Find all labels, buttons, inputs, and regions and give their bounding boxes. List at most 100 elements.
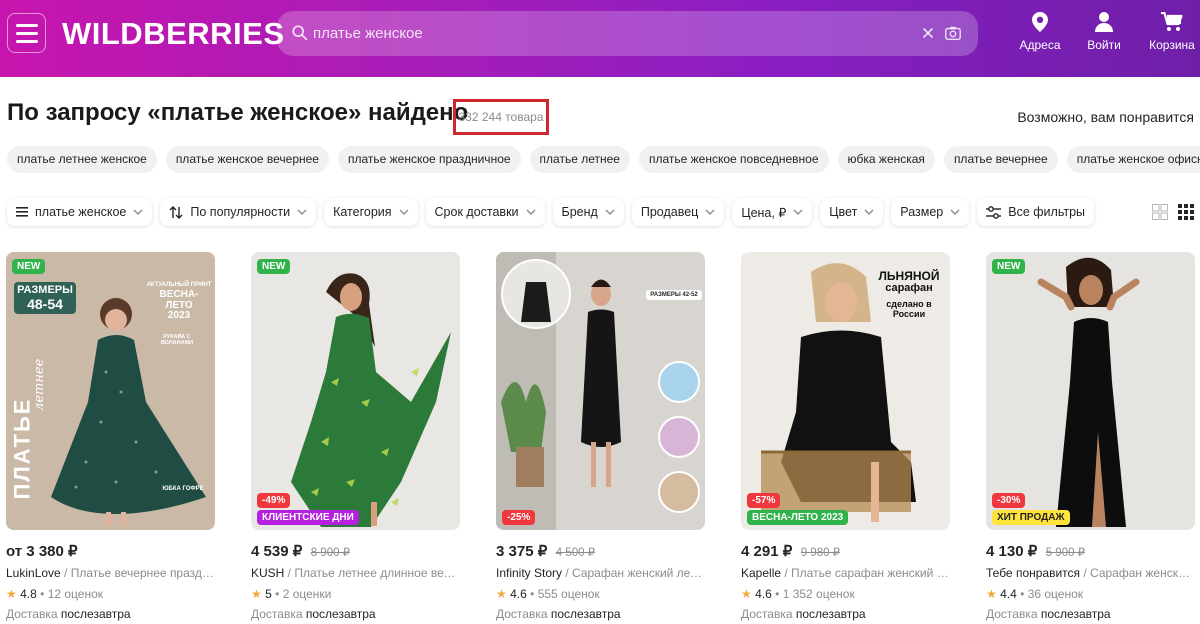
product-image[interactable]: РАЗМЕРЫ 42-52 -25% xyxy=(496,252,705,530)
product-photo xyxy=(986,252,1195,530)
brand: KUSH xyxy=(251,566,285,580)
skirt-overlay: ЮБКА ГОФРЕ xyxy=(162,486,204,492)
color-filter[interactable]: Цвет xyxy=(820,198,884,226)
search-icon xyxy=(292,25,308,41)
price: 3 375 ₽ xyxy=(496,543,548,560)
chevron-down-icon xyxy=(705,209,715,215)
seller-filter[interactable]: Продавец xyxy=(631,198,725,226)
suggestion-chip[interactable]: платье женское вечернее xyxy=(165,146,329,173)
login-label: Войти xyxy=(1087,38,1121,52)
menu-button[interactable] xyxy=(7,13,46,53)
product-image[interactable]: NEW -30% ХИТ ПРОДАЖ xyxy=(986,252,1195,530)
logo[interactable]: WILDBERRIES xyxy=(62,16,285,52)
suggestion-chip[interactable]: платье женское повседневное xyxy=(638,146,829,173)
user-icon xyxy=(1095,12,1113,32)
delivery: послезавтра xyxy=(60,607,131,621)
suggestion-chip[interactable]: платье женское праздничное xyxy=(337,146,521,173)
camera-icon[interactable] xyxy=(944,24,962,42)
maybe-like-link[interactable]: Возможно, вам понравится xyxy=(1017,109,1194,125)
delivery-filter[interactable]: Срок доставки xyxy=(425,198,545,226)
delivery-row: Доставка послезавтра xyxy=(496,607,621,621)
suggestion-chip[interactable]: платье летнее xyxy=(529,146,630,173)
location-pin-icon xyxy=(1032,12,1048,32)
suggestion-chip[interactable]: платье вечернее xyxy=(943,146,1058,173)
brand: LukinLove xyxy=(6,566,61,580)
category-filter[interactable]: Категория xyxy=(324,198,418,226)
addresses-label: Адреса xyxy=(1019,38,1061,52)
sizes-overlay-label: РАЗМЕРЫ xyxy=(17,284,73,296)
discount-badge: -25% xyxy=(502,510,536,525)
reviews: 555 оценок xyxy=(537,587,600,601)
delivery-row: Доставка послезавтра xyxy=(986,607,1111,621)
star-icon: ★ xyxy=(251,587,262,601)
query-filter-label: платье женское xyxy=(35,205,127,219)
rating-row: ★ 4.4 • 36 оценок xyxy=(986,587,1084,601)
product-image[interactable]: ЛЬНЯНОЙ сарафан сделано в России -57% ВЕ… xyxy=(741,252,950,530)
product-image[interactable]: NEW -49% КЛИЕНТСКИЕ ДНИ xyxy=(251,252,460,530)
rating: 4.6 xyxy=(510,587,527,601)
promo-badge: ВЕСНА-ЛЕТО 2023 xyxy=(747,510,849,525)
all-filters-label: Все фильтры xyxy=(1008,205,1086,219)
product-card[interactable]: NEW -49% КЛИЕНТСКИЕ ДНИ 4 539 ₽ 8 900 ₽ … xyxy=(251,252,460,624)
size-filter-label: Размер xyxy=(900,205,944,219)
product-name: Infinity Story / Сарафан женский летн... xyxy=(496,566,705,580)
price-row: 4 130 ₽ 5 900 ₽ xyxy=(986,542,1085,561)
delivery: послезавтра xyxy=(1040,607,1111,621)
brand-filter[interactable]: Бренд xyxy=(552,198,624,226)
price: 4 539 ₽ xyxy=(251,543,303,560)
sort-filter[interactable]: По популярности xyxy=(160,198,317,226)
clear-icon[interactable] xyxy=(919,24,937,42)
season-overlay: ВЕСНА-ЛЕТО xyxy=(159,289,199,311)
product-image[interactable]: РАЗМЕРЫ 48-54 АКТУАЛЬНЫЙ ПРИНТ ВЕСНА-ЛЕТ… xyxy=(6,252,215,530)
vertical-overlay: ПЛАТЬЕ xyxy=(9,397,35,500)
price-row: 4 539 ₽ 8 900 ₽ xyxy=(251,542,350,561)
star-icon: ★ xyxy=(496,587,507,601)
query-filter[interactable]: платье женское xyxy=(7,198,153,226)
grid-large-icon[interactable] xyxy=(1152,204,1168,220)
product-photo xyxy=(251,252,460,530)
search-input[interactable] xyxy=(313,11,913,56)
old-price: 9 980 ₽ xyxy=(800,547,840,559)
title: / Сарафан женский летн... xyxy=(562,566,705,580)
cart-button[interactable]: Корзина xyxy=(1142,12,1200,62)
product-name: KUSH / Платье летнее длинное вечер... xyxy=(251,566,460,580)
print-overlay: АКТУАЛЬНЫЙ ПРИНТ ВЕСНА-ЛЕТО 2023 xyxy=(146,282,212,322)
product-card[interactable]: NEW -30% ХИТ ПРОДАЖ 4 130 ₽ 5 900 ₽ Тебе… xyxy=(986,252,1195,624)
price-filter[interactable]: Цена, ₽ xyxy=(732,198,813,226)
product-card[interactable]: ЛЬНЯНОЙ сарафан сделано в России -57% ВЕ… xyxy=(741,252,950,624)
sizes-overlay: РАЗМЕРЫ 48-54 xyxy=(14,282,76,315)
search-bar xyxy=(277,11,978,56)
rating-row: ★ 4.8 • 12 оценок xyxy=(6,587,104,601)
rating: 4.6 xyxy=(755,587,772,601)
product-card[interactable]: РАЗМЕРЫ 42-52 -25% 3 375 ₽ 4 500 ₽ Infin… xyxy=(496,252,705,624)
cart-label: Корзина xyxy=(1149,38,1195,52)
chevron-down-icon xyxy=(399,209,409,215)
suggestion-chip[interactable]: платье летнее женское xyxy=(7,146,157,173)
delivery: послезавтра xyxy=(795,607,866,621)
brand: Infinity Story xyxy=(496,566,563,580)
list-icon xyxy=(16,207,28,217)
price: 4 130 ₽ xyxy=(986,543,1038,560)
size-filter[interactable]: Размер xyxy=(891,198,970,226)
reviews: 36 оценок xyxy=(1027,587,1084,601)
linen-line2: сарафан xyxy=(885,281,933,294)
star-icon: ★ xyxy=(6,587,17,601)
discount-badge: -30% xyxy=(992,493,1026,508)
results-count-highlight: 332 244 товара xyxy=(453,99,549,135)
suggestion-chips: платье летнее женское платье женское веч… xyxy=(7,146,1200,173)
delivery: послезавтра xyxy=(550,607,621,621)
login-button[interactable]: Войти xyxy=(1074,12,1134,62)
suggestion-chip[interactable]: платье женское офисное xyxy=(1066,146,1200,173)
sizes-overlay: РАЗМЕРЫ 42-52 xyxy=(646,290,702,301)
all-filters-button[interactable]: Все фильтры xyxy=(977,198,1095,226)
script-overlay: летнее xyxy=(32,358,48,411)
new-badge: NEW xyxy=(992,259,1026,274)
addresses-button[interactable]: Адреса xyxy=(1010,12,1070,62)
product-name: Kapelle / Платье сарафан женский ле... xyxy=(741,566,950,580)
results-count: 332 244 товара xyxy=(458,110,544,124)
chevron-down-icon xyxy=(793,209,803,215)
product-card[interactable]: РАЗМЕРЫ 48-54 АКТУАЛЬНЫЙ ПРИНТ ВЕСНА-ЛЕТ… xyxy=(6,252,215,624)
sort-filter-label: По популярности xyxy=(190,205,291,219)
grid-small-icon[interactable] xyxy=(1178,204,1194,220)
suggestion-chip[interactable]: юбка женская xyxy=(837,146,935,173)
